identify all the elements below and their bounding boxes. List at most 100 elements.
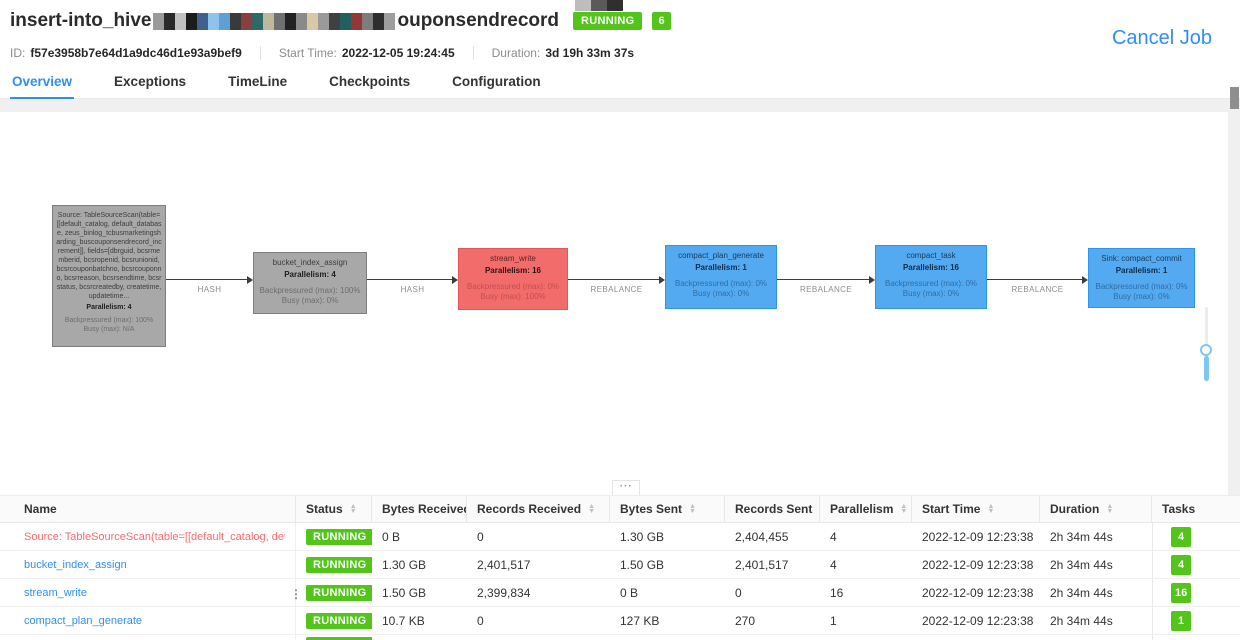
job-id-value: f57e3958b7e64d1a9dc46d1e93a9bef9 — [30, 46, 242, 60]
graph-node-compact-plan-generate[interactable]: compact_plan_generateParallelism: 1Backp… — [665, 245, 777, 309]
sort-icon[interactable]: ▲▼ — [588, 504, 595, 514]
censor-pixel — [607, 0, 623, 11]
vertex-name-link[interactable]: compact_plan_generate — [24, 615, 142, 627]
node-parallelism: Parallelism: 1 — [1092, 266, 1191, 276]
column-header-bytes-sent[interactable]: Bytes Sent▲▼ — [610, 496, 725, 522]
column-header-label: Status — [306, 502, 343, 516]
graph-edge-arrowhead-icon — [1082, 276, 1088, 284]
sort-icon[interactable]: ▲▼ — [900, 504, 907, 514]
censor-pixel — [285, 13, 296, 30]
node-backpressured: Backpressured (max): 0% — [462, 282, 564, 292]
vertex-name-link[interactable]: bucket_index_assign — [24, 559, 127, 571]
row-status-badge: RUNNING — [306, 529, 372, 545]
row-status-badge: RUNNING — [306, 557, 372, 573]
graph-edge-line — [777, 279, 870, 280]
start-time-label: Start Time: — [279, 46, 337, 60]
censor-pixel — [252, 13, 263, 30]
cell-name — [0, 635, 296, 640]
table-row-partial: RUNNING — [0, 635, 1240, 640]
vertices-table: NameStatus▲▼Bytes Received▲▼Records Rece… — [0, 495, 1240, 640]
tab-checkpoints[interactable]: Checkpoints — [327, 70, 412, 99]
sort-icon[interactable]: ▲▼ — [350, 504, 357, 514]
graph-node-stream-write[interactable]: stream_writeParallelism: 16Backpressured… — [458, 248, 568, 310]
column-header-name: Name — [0, 496, 296, 522]
graph-node-bucket-index-assign[interactable]: bucket_index_assignParallelism: 4Backpre… — [253, 252, 367, 314]
censor-pixel — [591, 0, 607, 11]
tasks-count-badge: 4 — [1171, 555, 1191, 575]
scrollbar-thumb[interactable] — [1230, 87, 1239, 109]
cell-parallelism: 1 — [820, 607, 912, 634]
node-parallelism: Parallelism: 16 — [462, 266, 564, 276]
cell-tasks: 4 — [1152, 551, 1240, 578]
column-header-duration[interactable]: Duration ▲▼ — [1040, 496, 1152, 522]
cell-start_time: 2022-12-09 12:23:38 — [912, 607, 1040, 634]
sort-icon[interactable]: ▲▼ — [987, 504, 994, 514]
cell-status: RUNNING — [296, 579, 372, 606]
tab-overview[interactable]: Overview — [10, 70, 74, 99]
graph-edge-line — [367, 279, 453, 280]
censor-pixel — [263, 13, 274, 30]
cell-records_sent: 270 — [725, 607, 820, 634]
censor-pixel — [373, 13, 384, 30]
cell-duration: 2h 34m 44s — [1040, 579, 1152, 606]
table-header-row: NameStatus▲▼Bytes Received▲▼Records Rece… — [0, 495, 1240, 523]
tasks-count-badge: 1 — [1171, 611, 1191, 631]
cell-tasks: 4 — [1152, 523, 1240, 550]
node-busy: Busy (max): N/A — [56, 325, 162, 334]
tab-configuration[interactable]: Configuration — [450, 70, 542, 99]
cell-duration: 2h 34m 44s — [1040, 607, 1152, 634]
sort-icon[interactable]: ▲▼ — [689, 504, 696, 514]
censor-pixel — [296, 13, 307, 30]
panel-resize-more-handle[interactable]: ⋯ — [612, 480, 640, 495]
graph-zoom-slider-handle[interactable] — [1200, 344, 1212, 356]
cell-bytes_sent — [610, 635, 725, 640]
cell-records_sent — [725, 635, 820, 640]
graph-edge-arrowhead-icon — [247, 276, 253, 284]
tasks-count-badge: 4 — [1171, 527, 1191, 547]
graph-node-sink-compact-commit[interactable]: Sink: compact_commitParallelism: 1Backpr… — [1088, 248, 1195, 308]
vertex-name-link[interactable]: stream_write — [24, 587, 87, 599]
cell-records_sent: 2,401,517 — [725, 551, 820, 578]
column-header-label: Records Sent — [735, 502, 812, 516]
column-header-label: Duration — [1050, 502, 1099, 516]
cell-status: RUNNING — [296, 607, 372, 634]
cell-name: stream_write — [0, 579, 296, 606]
column-header-status[interactable]: Status ▲▼ — [296, 496, 372, 522]
job-graph-canvas[interactable]: Source: TableSourceScan(table=[[default_… — [0, 112, 1228, 495]
censor-pixel — [384, 13, 395, 30]
job-id-label: ID: — [10, 46, 25, 60]
cell-parallelism: 4 — [820, 551, 912, 578]
tab-exceptions[interactable]: Exceptions — [112, 70, 188, 99]
graph-edge-line — [166, 279, 248, 280]
cell-records_received — [467, 635, 610, 640]
sort-down-caret-icon: ▼ — [900, 509, 907, 514]
graph-edge-arrowhead-icon — [659, 276, 665, 284]
column-header-records-sent[interactable]: Records Sent▲▼ — [725, 496, 820, 522]
vertex-name-link[interactable]: Source: TableSourceScan(table=[[default_… — [24, 531, 285, 543]
censor-pixel — [241, 13, 252, 30]
graph-node-compact-task[interactable]: compact_taskParallelism: 16Backpressured… — [875, 245, 987, 309]
job-title-prefix: insert-into_hive — [10, 10, 151, 32]
censor-pixel — [219, 13, 230, 30]
cancel-job-button[interactable]: Cancel Job — [1112, 27, 1212, 50]
cell-parallelism: 16 — [820, 579, 912, 606]
sort-icon[interactable]: ▲▼ — [1106, 504, 1113, 514]
censor-pixel — [153, 13, 164, 30]
cell-start_time: 2022-12-09 12:23:38 — [912, 523, 1040, 550]
censor-pixel — [351, 13, 362, 30]
column-header-label: Bytes Received — [382, 502, 467, 516]
cell-tasks: 1 — [1152, 607, 1240, 634]
graph-node-source-tablesourcescan[interactable]: Source: TableSourceScan(table=[[default_… — [52, 205, 166, 347]
column-header-bytes-received[interactable]: Bytes Received▲▼ — [372, 496, 467, 522]
cell-duration — [1040, 635, 1152, 640]
status-badge: RUNNING — [573, 12, 642, 30]
divider — [473, 46, 474, 60]
tab-timeline[interactable]: TimeLine — [226, 70, 289, 99]
column-resize-handle[interactable]: ⋮ — [290, 591, 302, 597]
column-header-records-received[interactable]: Records Received▲▼ — [467, 496, 610, 522]
job-title: insert-into_hive ouponsendrecord — [10, 10, 559, 32]
column-header-parallelism[interactable]: Parallelism▲▼ — [820, 496, 912, 522]
graph-zoom-slider-fill — [1204, 356, 1209, 381]
column-header-start-time[interactable]: Start Time▲▼ — [912, 496, 1040, 522]
cell-bytes_received — [372, 635, 467, 640]
